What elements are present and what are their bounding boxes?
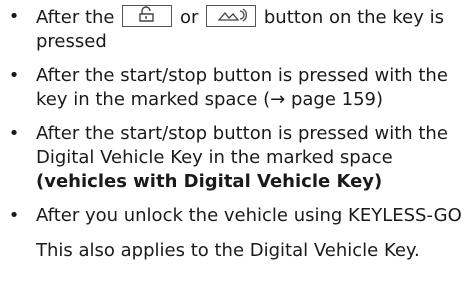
list-item: • After the or button on the key is pres…: [0, 5, 475, 54]
list-item: • After the start/stop button is pressed…: [0, 64, 475, 112]
bullet: •: [8, 65, 20, 86]
item-text-pre: After the: [36, 7, 115, 28]
item-bold-text: (vehicles with Digital Vehicle Key): [36, 171, 383, 192]
item-text: After you unlock the vehicle using KEYLE…: [36, 205, 462, 226]
remote-start-icon: [206, 5, 257, 27]
note-text: This also applies to the Digital Vehicle…: [0, 239, 475, 263]
list-item: • After you unlock the vehicle using KEY…: [0, 204, 475, 228]
bullet-list: • After the or button on the key is pres…: [0, 0, 475, 263]
bullet: •: [8, 6, 20, 27]
bullet: •: [8, 205, 20, 226]
item-text: After the start/stop button is pressed w…: [36, 123, 448, 168]
item-text: After the start/stop button is pressed w…: [36, 65, 448, 110]
list-item: • After the start/stop button is pressed…: [0, 122, 475, 194]
note: This also applies to the Digital Vehicle…: [36, 240, 420, 261]
bullet: •: [8, 123, 20, 144]
unlock-trunk-icon: [122, 5, 173, 27]
item-text-between: or: [179, 7, 199, 28]
